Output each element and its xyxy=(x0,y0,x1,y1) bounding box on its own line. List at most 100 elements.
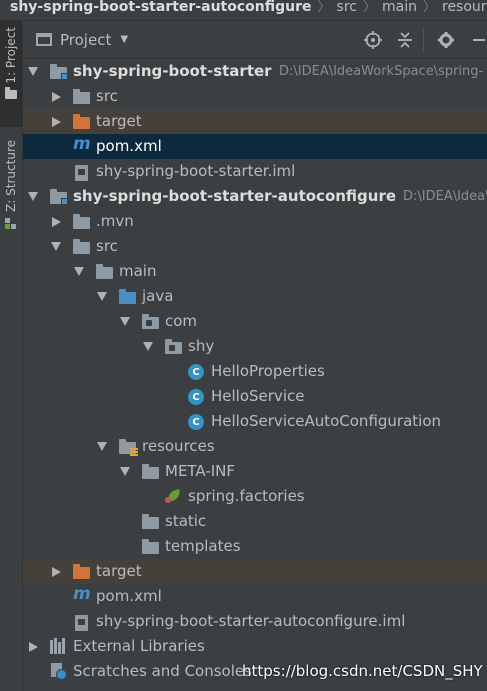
tree-item-label: External Libraries xyxy=(73,637,205,655)
chevron-down-icon[interactable] xyxy=(97,292,107,301)
tree-item-label: HelloServiceAutoConfiguration xyxy=(211,412,442,430)
breadcrumb: shy-spring-boot-starter-autoconfigure 〉 sr… xyxy=(0,0,487,21)
maven-icon: m xyxy=(73,134,91,154)
excluded-folder-icon xyxy=(73,114,91,130)
module-path: D:\IDEA\IdeaWorkSpace\spring- xyxy=(279,64,484,79)
folder-icon xyxy=(73,239,91,255)
tree-row[interactable]: com xyxy=(23,309,487,334)
tree-item-label: com xyxy=(165,312,198,330)
excluded-folder-icon xyxy=(73,564,91,580)
folder-icon xyxy=(142,539,160,555)
tree-item-label: HelloService xyxy=(211,387,305,405)
tree-row[interactable]: shy-spring-boot-starter-autoconfigure.im… xyxy=(23,609,487,634)
project-folder-icon xyxy=(5,86,17,99)
tree-row[interactable]: static xyxy=(23,509,487,534)
folder-icon xyxy=(96,264,114,280)
tree-row[interactable]: C HelloService xyxy=(23,384,487,409)
tree-row[interactable]: java xyxy=(23,284,487,309)
tree-row[interactable]: spring.factories xyxy=(23,484,487,509)
chevron-down-icon[interactable] xyxy=(120,467,130,476)
chevron-right-icon[interactable] xyxy=(29,642,38,652)
package-icon xyxy=(165,339,183,355)
folder-icon xyxy=(73,214,91,230)
chevron-down-icon[interactable] xyxy=(28,192,38,201)
tree-item-label: shy-spring-boot-starter-autoconfigure xyxy=(73,187,397,205)
tree-item-label: HelloProperties xyxy=(211,362,325,380)
chevron-right-icon[interactable] xyxy=(52,217,61,227)
module-path: D:\IDEA\IdeaWo xyxy=(403,189,487,204)
collapse-all-icon[interactable] xyxy=(395,30,415,50)
tree-row[interactable]: .mvn xyxy=(23,209,487,234)
tree-item-label: shy-spring-boot-starter.iml xyxy=(96,162,296,180)
resources-root-icon xyxy=(119,439,138,456)
structure-tool-tab-label: Z: Structure xyxy=(4,140,18,212)
chevron-right-icon[interactable] xyxy=(52,567,61,577)
tree-row[interactable]: target xyxy=(23,559,487,584)
breadcrumb-separator: 〉 xyxy=(362,0,376,15)
chevron-down-icon[interactable] xyxy=(97,442,107,451)
tree-row[interactable]: main xyxy=(23,259,487,284)
project-tool-tab[interactable]: 1: Project xyxy=(0,21,22,127)
tree-row[interactable]: External Libraries xyxy=(23,634,487,659)
iml-file-icon xyxy=(73,164,91,181)
panel-title[interactable]: Project xyxy=(60,31,111,49)
project-tool-tab-label: 1: Project xyxy=(4,27,18,84)
source-root-icon xyxy=(119,289,137,305)
maven-icon: m xyxy=(73,584,91,604)
watermark-text: https://blog.csdn.net/CSDN_SHY xyxy=(242,662,483,680)
tree-item-label: spring.factories xyxy=(188,487,305,505)
tree-row[interactable]: META-INF xyxy=(23,459,487,484)
tree-item-label: pom.xml xyxy=(96,587,162,605)
tree-row[interactable]: shy xyxy=(23,334,487,359)
tree-row[interactable]: target xyxy=(23,109,487,134)
tree-row[interactable]: shy-spring-boot-starter D:\IDEA\IdeaWorkS… xyxy=(23,59,487,84)
tree-row[interactable]: shy-spring-boot-starter.iml xyxy=(23,159,487,184)
hide-icon[interactable] xyxy=(469,30,487,50)
tree-item-label: target xyxy=(96,112,142,130)
tree-item-label: shy-spring-boot-starter xyxy=(73,62,272,80)
chevron-right-icon[interactable] xyxy=(52,92,61,102)
tree-row[interactable]: C HelloServiceAutoConfiguration xyxy=(23,409,487,434)
breadcrumb-item[interactable]: shy-spring-boot-starter-autoconfigure xyxy=(10,0,312,15)
left-tool-strip: 1: Project Z: Structure xyxy=(0,21,23,691)
tree-item-label: .mvn xyxy=(96,212,134,230)
breadcrumb-item[interactable]: resources xyxy=(442,0,487,15)
folder-icon xyxy=(73,89,91,105)
tree-row[interactable]: src xyxy=(23,84,487,109)
chevron-down-icon[interactable]: ▼ xyxy=(120,34,128,45)
locate-icon[interactable] xyxy=(363,30,383,50)
tree-row[interactable]: m pom.xml xyxy=(23,584,487,609)
chevron-down-icon[interactable] xyxy=(51,242,61,251)
tree-row[interactable]: resources xyxy=(23,434,487,459)
chevron-down-icon[interactable] xyxy=(120,317,130,326)
tree-row[interactable]: templates xyxy=(23,534,487,559)
chevron-down-icon[interactable] xyxy=(28,67,38,76)
folder-icon xyxy=(142,464,160,480)
settings-icon[interactable] xyxy=(436,30,456,50)
tree-item-label: java xyxy=(142,287,174,305)
tree-item-label: templates xyxy=(165,537,241,555)
structure-tool-tab[interactable]: Z: Structure xyxy=(0,134,22,234)
tree-row[interactable]: C HelloProperties xyxy=(23,359,487,384)
structure-icon xyxy=(5,217,17,230)
chevron-down-icon[interactable] xyxy=(74,267,84,276)
tree-item-label: static xyxy=(165,512,207,530)
breadcrumb-item[interactable]: main xyxy=(382,0,417,15)
tree-item-label: shy xyxy=(188,337,215,355)
class-icon: C xyxy=(188,414,204,430)
module-folder-icon xyxy=(50,189,68,205)
tree-row[interactable]: shy-spring-boot-starter-autoconfigure D:\… xyxy=(23,184,487,209)
chevron-down-icon[interactable] xyxy=(143,342,153,351)
header-divider xyxy=(423,29,424,51)
tree-item-label: Scratches and Consoles xyxy=(73,662,252,680)
tree-item-label: shy-spring-boot-starter-autoconfigure.im… xyxy=(96,612,406,630)
tree-row[interactable]: src xyxy=(23,234,487,259)
project-tree[interactable]: shy-spring-boot-starter D:\IDEA\IdeaWorkS… xyxy=(23,59,487,691)
tree-item-label: resources xyxy=(142,437,215,455)
tree-row[interactable]: m pom.xml xyxy=(23,134,487,159)
chevron-right-icon[interactable] xyxy=(52,117,61,127)
breadcrumb-separator: 〉 xyxy=(317,0,331,15)
tree-item-label: pom.xml xyxy=(96,137,162,155)
tree-item-label: target xyxy=(96,562,142,580)
breadcrumb-item[interactable]: src xyxy=(337,0,357,15)
